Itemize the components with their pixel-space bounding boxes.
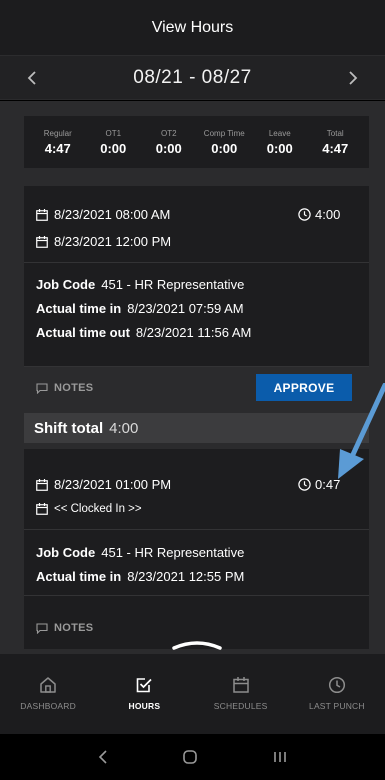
- shift-start: 8/23/2021 01:00 PM: [36, 477, 171, 492]
- bottom-tab-bar: DASHBOARD HOURS SCHEDULES LAST PUNCH: [0, 654, 385, 734]
- divider: [24, 529, 369, 530]
- shift-card: 8/23/2021 08:00 AM 4:00 8/23/2021 12:00 …: [24, 186, 369, 366]
- divider: [24, 366, 369, 367]
- actual-time-in-row: Actual time in 8/23/2021 12:55 PM: [36, 569, 245, 584]
- totals-summary: Regular 4:47 OT1 0:00 OT2 0:00 Comp Time 0:0…: [24, 116, 369, 168]
- tab-hours[interactable]: HOURS: [96, 654, 192, 734]
- check-square-icon: [137, 678, 152, 693]
- total-leave: Leave 0:00: [266, 128, 293, 156]
- calendar-icon: [232, 677, 249, 693]
- chevron-right-icon: [349, 71, 358, 85]
- shift-duration: 4:00: [298, 207, 340, 222]
- calendar-icon: [36, 478, 48, 491]
- actual-time-in-row: Actual time in 8/23/2021 07:59 AM: [36, 301, 244, 316]
- hours-content[interactable]: Regular 4:47 OT1 0:00 OT2 0:00 Comp Time 0:0…: [0, 101, 385, 654]
- total-comp-time: Comp Time 0:00: [203, 128, 245, 156]
- total-regular: Regular 4:47: [43, 128, 72, 156]
- home-icon: [40, 677, 56, 693]
- app-header: View Hours: [0, 0, 385, 56]
- shift-total: Shift total 4:00: [24, 413, 369, 443]
- shift-start: 8/23/2021 08:00 AM: [36, 207, 170, 222]
- clock-icon: [328, 676, 345, 694]
- total-ot1: OT1 0:00: [100, 128, 127, 156]
- tab-dashboard[interactable]: DASHBOARD: [0, 654, 96, 734]
- drag-handle[interactable]: [172, 640, 222, 650]
- comment-icon: [36, 382, 48, 394]
- total-total: Total 4:47: [322, 128, 349, 156]
- shift-end: 8/23/2021 12:00 PM: [36, 234, 171, 249]
- week-navigator: 08/21 - 08/27: [0, 56, 385, 100]
- back-icon[interactable]: [97, 749, 109, 765]
- notes-button[interactable]: NOTES: [36, 622, 93, 634]
- chevron-left-icon: [27, 71, 36, 85]
- job-code-row: Job Code 451 - HR Representative: [36, 545, 245, 560]
- calendar-icon: [36, 235, 48, 248]
- previous-week-button[interactable]: [12, 56, 52, 100]
- actual-time-out-row: Actual time out 8/23/2021 11:56 AM: [36, 325, 252, 340]
- total-ot2: OT2 0:00: [155, 128, 182, 156]
- calendar-icon: [36, 503, 48, 515]
- notes-button[interactable]: NOTES: [36, 382, 93, 394]
- next-week-button[interactable]: [333, 56, 373, 100]
- clock-icon: [298, 478, 311, 491]
- tab-schedules[interactable]: SCHEDULES: [193, 654, 289, 734]
- home-button-icon[interactable]: [182, 749, 198, 765]
- recent-apps-icon[interactable]: [272, 749, 288, 765]
- system-nav-bar: [0, 734, 385, 780]
- job-code-row: Job Code 451 - HR Representative: [36, 277, 245, 292]
- page-title: View Hours: [151, 18, 234, 36]
- divider: [24, 262, 369, 263]
- divider: [24, 595, 369, 596]
- shift-end: << Clocked In >>: [36, 503, 142, 515]
- week-range: 08/21 - 08/27: [133, 66, 252, 88]
- clock-icon: [298, 208, 311, 221]
- annotation-arrow-icon: [338, 383, 385, 479]
- calendar-icon: [36, 208, 48, 221]
- comment-icon: [36, 622, 48, 634]
- tab-last-punch[interactable]: LAST PUNCH: [289, 654, 385, 734]
- shift-card: 8/23/2021 01:00 PM 0:47 << Clocked In >>…: [24, 449, 369, 649]
